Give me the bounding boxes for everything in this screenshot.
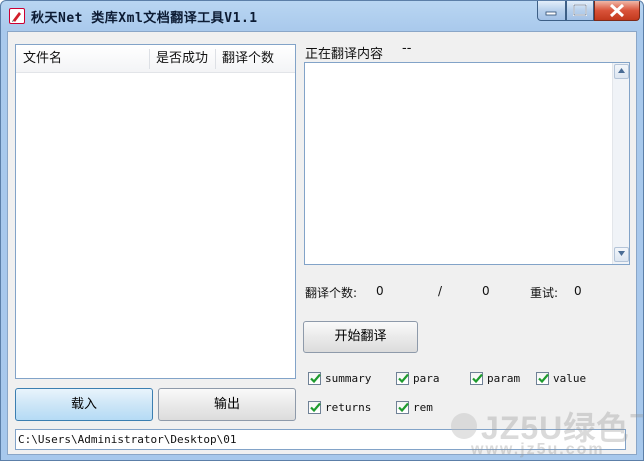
translating-label: 正在翻译内容: [305, 47, 384, 62]
count-total: 0: [482, 284, 490, 298]
check-icon: [538, 373, 549, 384]
column-header-filename[interactable]: 文件名: [16, 45, 149, 73]
option-label: para: [413, 372, 440, 385]
option-label: value: [553, 372, 587, 385]
close-icon: [609, 3, 625, 18]
check-icon: [310, 402, 321, 413]
check-icon: [472, 373, 483, 384]
minimize-icon: [545, 11, 557, 16]
title-bar[interactable]: 秋天Net 类库Xml文档翻译工具V1.1: [1, 1, 643, 31]
export-button[interactable]: 输出: [158, 388, 296, 421]
close-button[interactable]: [594, 1, 640, 21]
checkbox-box[interactable]: [308, 401, 321, 414]
load-button[interactable]: 载入: [15, 388, 153, 421]
checkbox-box[interactable]: [396, 401, 409, 414]
scroll-up-button[interactable]: [614, 64, 629, 79]
maximize-button[interactable]: [566, 1, 594, 21]
option-label: returns: [325, 401, 372, 414]
option-label: summary: [325, 372, 372, 385]
check-icon: [310, 373, 321, 384]
count-separator: /: [438, 284, 443, 298]
maximize-icon: [573, 4, 587, 16]
watermark-logo: JZ5U绿色下载 www.jz5u.com: [451, 401, 643, 460]
minimize-button[interactable]: [537, 1, 566, 21]
start-translate-button[interactable]: 开始翻译: [303, 321, 418, 353]
watermark-url: www.jz5u.com: [471, 441, 605, 458]
checkbox-box[interactable]: [396, 372, 409, 385]
check-icon: [398, 373, 409, 384]
arrow-up-icon: [618, 68, 625, 73]
window-title: 秋天Net 类库Xml文档翻译工具V1.1: [31, 11, 258, 26]
column-header-count[interactable]: 翻译个数: [215, 45, 295, 73]
file-list-header: 文件名 是否成功 翻译个数: [16, 45, 295, 73]
app-window: 秋天Net 类库Xml文档翻译工具V1.1 文件名 是否成功 翻译个数 正在翻译…: [0, 0, 644, 461]
checkbox-box[interactable]: [536, 372, 549, 385]
translating-current: --: [402, 41, 412, 56]
option-label: rem: [413, 401, 433, 414]
app-logo-icon: [9, 8, 25, 24]
retry-count: 0: [574, 284, 582, 298]
file-list[interactable]: 文件名 是否成功 翻译个数: [15, 44, 296, 379]
checkbox-box[interactable]: [308, 372, 321, 385]
watermark-circle: [451, 413, 477, 439]
check-icon: [398, 402, 409, 413]
count-done: 0: [376, 284, 384, 298]
column-header-success[interactable]: 是否成功: [149, 45, 215, 73]
vertical-scrollbar[interactable]: [612, 63, 629, 264]
count-label: 翻译个数:: [305, 286, 358, 300]
translation-content-box[interactable]: [304, 62, 630, 265]
scroll-down-button[interactable]: [614, 247, 629, 262]
option-label: param: [487, 372, 521, 385]
retry-label: 重试:: [530, 286, 559, 300]
main-panel: 文件名 是否成功 翻译个数 正在翻译内容 -- 翻译个数: 0 / 0 重试: …: [7, 31, 637, 455]
checkbox-box[interactable]: [470, 372, 483, 385]
arrow-down-icon: [618, 251, 625, 256]
